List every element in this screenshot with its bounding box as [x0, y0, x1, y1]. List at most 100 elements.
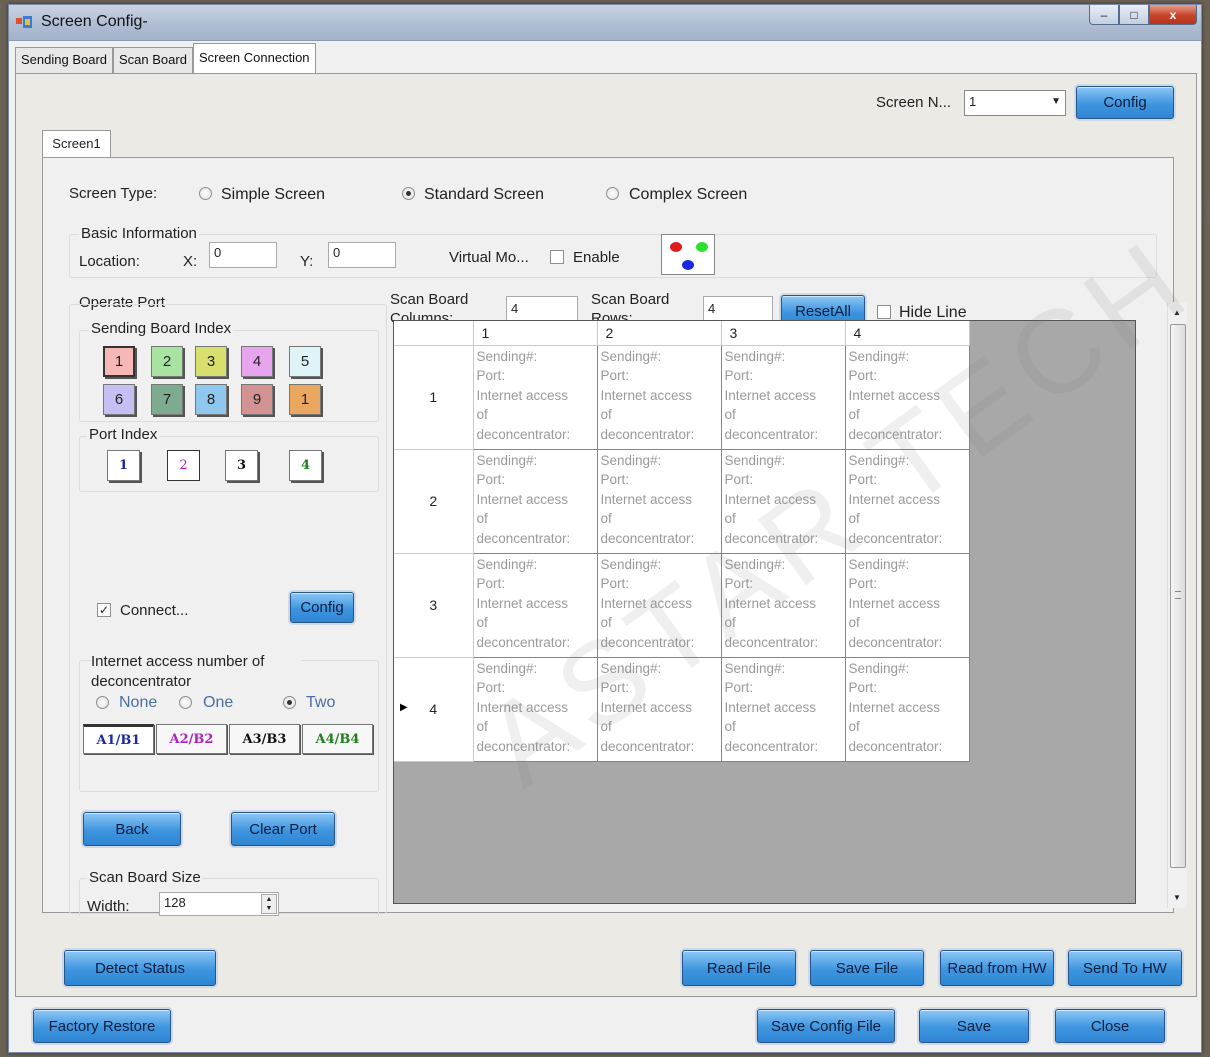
port-index-button[interactable]: 3 — [225, 450, 258, 481]
grid-cell-line: deconcentrator: — [600, 634, 695, 650]
clear-port-button[interactable]: Clear Port — [231, 812, 335, 846]
sending-board-button[interactable]: 1 — [289, 384, 321, 415]
read-file-button[interactable]: Read File — [682, 950, 796, 986]
grid-cell[interactable]: Sending#: Port: Internet access of deconcent… — [473, 449, 598, 554]
grid-row-header[interactable]: 4 ▶ — [394, 657, 474, 762]
sending-board-button[interactable]: 6 — [103, 384, 135, 415]
grid-cell-line: Sending#: — [848, 348, 910, 364]
location-x-input[interactable]: 0 — [209, 242, 277, 268]
width-spinner[interactable]: ▲ ▼ — [261, 894, 277, 914]
port-index-button[interactable]: 4 — [289, 450, 322, 481]
sending-board-button[interactable]: 7 — [151, 384, 183, 415]
back-button[interactable]: Back — [83, 812, 181, 846]
factory-restore-button[interactable]: Factory Restore — [33, 1009, 171, 1043]
grid-row-header[interactable]: 3 — [394, 553, 474, 658]
grid-column-header[interactable]: 3 — [721, 321, 846, 346]
ab-port-button[interactable]: A2/B2 — [156, 724, 227, 754]
close-window-button[interactable]: x — [1149, 5, 1197, 25]
connect-config-button[interactable]: Config — [290, 592, 354, 623]
grid-column-header[interactable]: 2 — [597, 321, 722, 346]
virtual-pixel-preview[interactable] — [661, 234, 715, 275]
scroll-down-icon[interactable]: ▼ — [1173, 893, 1181, 902]
location-y-label: Y: — [300, 253, 314, 270]
grid-cell[interactable]: Sending#: Port: Internet access of deconcent… — [721, 345, 846, 450]
grid-cell[interactable]: Sending#: Port: Internet access of deconcent… — [845, 345, 970, 450]
screen-config-button[interactable]: Config — [1076, 86, 1174, 119]
grid-cell[interactable]: Sending#: Port: Internet access of deconcent… — [473, 345, 598, 450]
grid-row-label: 2 — [429, 493, 438, 509]
grid-cell-line: Internet access — [600, 595, 693, 611]
send-to-hw-button[interactable]: Send To HW — [1068, 950, 1182, 986]
grid-row-header[interactable]: 2 — [394, 449, 474, 554]
grid-cell[interactable]: Sending#: Port: Internet access of deconcent… — [845, 449, 970, 554]
sending-board-button[interactable]: 2 — [151, 346, 183, 377]
complex-screen-radio[interactable] — [606, 187, 619, 200]
grid-cell-line: of — [476, 511, 488, 526]
scroll-thumb[interactable] — [1170, 324, 1186, 868]
grid-cell-line: Sending#: — [848, 556, 910, 572]
grid-cell[interactable]: Sending#: Port: Internet access of deconcent… — [721, 449, 846, 554]
grid-cell-line: of — [848, 511, 860, 526]
grid-cell[interactable]: Sending#: Port: Internet access of deconcent… — [721, 657, 846, 762]
ab-port-button[interactable]: A1/B1 — [83, 724, 154, 754]
deconcentrator-two-radio[interactable] — [283, 696, 296, 709]
connect-checkbox[interactable]: ✓ — [97, 603, 111, 617]
sending-board-button[interactable]: 5 — [289, 346, 321, 377]
tab-screen-connection[interactable]: Screen Connection — [192, 43, 316, 73]
grid-row-label: 4 — [429, 701, 438, 717]
grid-cell[interactable]: Sending#: Port: Internet access of deconcent… — [597, 553, 722, 658]
grid-cell-line: Sending#: — [600, 660, 662, 676]
ab-port-button[interactable]: A3/B3 — [229, 724, 300, 754]
title-bar[interactable]: Screen Config- – □ x — [9, 5, 1201, 41]
grid-cell[interactable]: Sending#: Port: Internet access of deconcent… — [597, 449, 722, 554]
vertical-scrollbar[interactable]: ▲ ▼ — [1167, 302, 1187, 908]
grid-cell[interactable]: Sending#: Port: Internet access of deconcent… — [597, 657, 722, 762]
grid-cell-line: of — [848, 615, 860, 630]
port-index-button[interactable]: 2 — [167, 450, 200, 481]
screen-number-select[interactable]: 1 ▼ — [964, 90, 1066, 116]
grid-cell[interactable]: Sending#: Port: Internet access of deconcent… — [473, 657, 598, 762]
port-index-button[interactable]: 1 — [107, 450, 140, 481]
scroll-up-icon[interactable]: ▲ — [1173, 308, 1181, 317]
grid-cell-line: of — [600, 511, 612, 526]
standard-screen-label: Standard Screen — [424, 186, 545, 203]
maximize-button[interactable]: □ — [1119, 5, 1149, 25]
simple-screen-radio[interactable] — [199, 187, 212, 200]
detect-status-button[interactable]: Detect Status — [64, 950, 216, 986]
close-button[interactable]: Close — [1055, 1009, 1165, 1043]
grid-cell[interactable]: Sending#: Port: Internet access of deconcent… — [845, 657, 970, 762]
standard-screen-radio[interactable] — [402, 187, 415, 200]
minimize-button[interactable]: – — [1089, 5, 1119, 25]
grid-column-header[interactable]: 1 — [473, 321, 598, 346]
tab-screen1[interactable]: Screen1 — [42, 130, 111, 158]
connection-grid-area: 1 2 3 4 1 Sending#: Port: Internet access of deco… — [393, 320, 1136, 904]
deconcentrator-none-radio[interactable] — [96, 696, 109, 709]
screen-config-window: Screen Config- – □ x Sending Board Scan … — [8, 4, 1202, 1053]
sending-board-button[interactable]: 9 — [241, 384, 273, 415]
deconcentrator-two-label: Two — [306, 694, 336, 711]
virtual-enable-checkbox[interactable] — [550, 250, 564, 264]
sending-board-button[interactable]: 3 — [195, 346, 227, 377]
save-file-button[interactable]: Save File — [810, 950, 924, 986]
grid-column-header[interactable]: 4 — [845, 321, 970, 346]
grid-cell[interactable]: Sending#: Port: Internet access of deconcent… — [721, 553, 846, 658]
save-button[interactable]: Save — [919, 1009, 1029, 1043]
grid-cell-line: Port: — [600, 576, 630, 591]
deconcentrator-one-radio[interactable] — [179, 696, 192, 709]
sending-board-button[interactable]: 8 — [195, 384, 227, 415]
tab-sending-board[interactable]: Sending Board — [15, 47, 114, 73]
grip-icon — [1175, 591, 1181, 599]
sending-board-button[interactable]: 4 — [241, 346, 273, 377]
location-y-input[interactable]: 0 — [328, 242, 396, 268]
save-config-file-button[interactable]: Save Config File — [757, 1009, 895, 1043]
hide-line-checkbox[interactable] — [877, 305, 891, 319]
sending-board-button[interactable]: 1 — [103, 346, 135, 377]
read-from-hw-button[interactable]: Read from HW — [940, 950, 1054, 986]
tab-scan-board[interactable]: Scan Board — [113, 47, 193, 73]
grid-cell-line: of — [600, 615, 612, 630]
grid-cell[interactable]: Sending#: Port: Internet access of deconcent… — [597, 345, 722, 450]
ab-port-button[interactable]: A4/B4 — [302, 724, 373, 754]
grid-cell[interactable]: Sending#: Port: Internet access of deconcent… — [473, 553, 598, 658]
grid-cell[interactable]: Sending#: Port: Internet access of deconcent… — [845, 553, 970, 658]
grid-row-header[interactable]: 1 — [394, 345, 474, 450]
